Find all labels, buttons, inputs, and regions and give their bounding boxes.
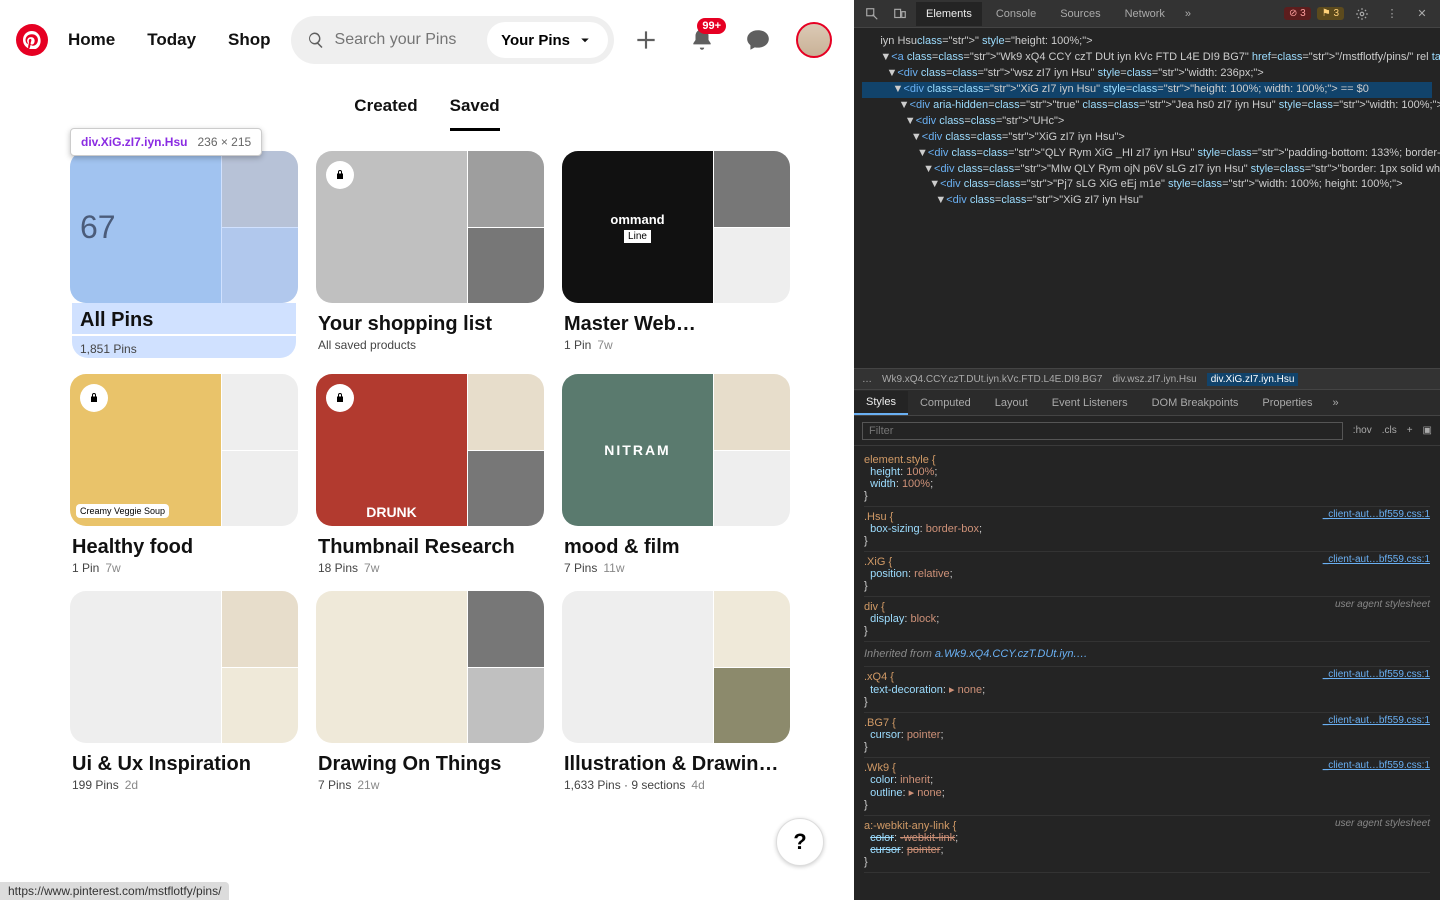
header: Home Today Shop Your Pins 99+ — [0, 0, 854, 80]
board-title: Thumbnail Research — [318, 536, 542, 559]
notifications-button[interactable]: 99+ — [678, 16, 726, 64]
board-title: All Pins — [72, 303, 296, 334]
plus-icon — [633, 27, 659, 53]
messages-button[interactable] — [734, 16, 782, 64]
search-bar[interactable]: Your Pins — [291, 16, 614, 64]
board-shopping-list[interactable]: Your shopping list All saved products — [316, 151, 544, 358]
board-mood-film[interactable]: NITRAM mood & film 7 Pins11w — [562, 374, 790, 575]
tab-console[interactable]: Console — [986, 2, 1046, 26]
chat-icon — [745, 27, 771, 53]
board-thumbnail-research[interactable]: DRUNK Thumbnail Research 18 Pins7w — [316, 374, 544, 575]
computed-panel-icon[interactable]: ▣ — [1423, 425, 1432, 436]
pinterest-logo[interactable] — [16, 24, 48, 56]
profile-tabs: Created Saved — [0, 88, 854, 131]
board-title: Healthy food — [72, 536, 296, 559]
toggle-hov[interactable]: :hov — [1353, 425, 1372, 436]
dom-tree[interactable]: iyn Hsuclass="str">" style="height: 100%… — [854, 28, 1440, 368]
subtab-properties[interactable]: Properties — [1250, 392, 1324, 414]
search-scope-label: Your Pins — [501, 32, 570, 49]
toggle-cls[interactable]: .cls — [1382, 425, 1397, 436]
board-master-web[interactable]: ommandLine Master Web… 1 Pin7w — [562, 151, 790, 358]
pinterest-app: Home Today Shop Your Pins 99+ Created Sa… — [0, 0, 854, 900]
subtab-dombreakpoints[interactable]: DOM Breakpoints — [1140, 392, 1251, 414]
more-subtabs-icon[interactable]: » — [1325, 397, 1347, 409]
styles-filter-row: :hov .cls + ▣ — [854, 416, 1440, 446]
all-pins-number: 67 — [80, 209, 116, 246]
tab-saved[interactable]: Saved — [450, 88, 500, 131]
dom-breadcrumb[interactable]: … Wk9.xQ4.CCY.czT.DUt.iyn.kVc.FTD.L4E.DI… — [854, 368, 1440, 390]
board-illustration[interactable]: Illustration & Drawing… 1,633 Pins · 9 s… — [562, 591, 790, 792]
search-icon — [307, 31, 325, 49]
devtools-tabbar: Elements Console Sources Network » ⊘ 3 ⚑… — [854, 0, 1440, 28]
board-title: Your shopping list — [318, 313, 542, 336]
lock-icon — [326, 161, 354, 189]
soup-caption: Creamy Veggie Soup — [76, 504, 169, 518]
tab-network[interactable]: Network — [1115, 2, 1175, 26]
boards-grid: 67 All Pins 1,851 Pins Your shopping lis… — [0, 131, 854, 832]
add-button[interactable] — [622, 16, 670, 64]
board-title: Illustration & Drawing… — [564, 753, 788, 776]
search-scope-pill[interactable]: Your Pins — [487, 22, 608, 58]
subtab-computed[interactable]: Computed — [908, 392, 983, 414]
board-drawing-on-things[interactable]: Drawing On Things 7 Pins21w — [316, 591, 544, 792]
subtab-styles[interactable]: Styles — [854, 391, 908, 415]
board-title: Ui & Ux Inspiration — [72, 753, 296, 776]
kebab-icon[interactable]: ⋮ — [1380, 2, 1404, 26]
board-title: Drawing On Things — [318, 753, 542, 776]
tab-created[interactable]: Created — [354, 88, 417, 131]
board-cover: 67 — [70, 151, 298, 303]
help-fab[interactable]: ? — [776, 818, 824, 866]
lock-icon — [326, 384, 354, 412]
devtools: Elements Console Sources Network » ⊘ 3 ⚑… — [854, 0, 1440, 900]
subtab-layout[interactable]: Layout — [983, 392, 1040, 414]
inspect-dimensions: 236 × 215 — [197, 135, 251, 149]
status-url: https://www.pinterest.com/mstflotfy/pins… — [0, 882, 229, 900]
error-count-badge[interactable]: ⊘ 3 — [1284, 7, 1311, 20]
profile-avatar[interactable] — [790, 16, 838, 64]
nav-home[interactable]: Home — [56, 16, 127, 64]
lock-icon — [80, 384, 108, 412]
inspect-selector: div.XiG.zI7.iyn.Hsu — [81, 135, 187, 149]
board-title: mood & film — [564, 536, 788, 559]
board-healthy-food[interactable]: Creamy Veggie Soup Healthy food 1 Pin7w — [70, 374, 298, 575]
more-tabs-icon[interactable]: » — [1179, 8, 1197, 20]
styles-filter-input[interactable] — [862, 422, 1343, 440]
board-meta: 1,851 Pins — [72, 336, 296, 358]
chevron-down-icon — [576, 31, 594, 49]
tab-sources[interactable]: Sources — [1050, 2, 1110, 26]
subtab-eventlisteners[interactable]: Event Listeners — [1040, 392, 1140, 414]
notif-badge: 99+ — [697, 18, 726, 34]
styles-subtabs: Styles Computed Layout Event Listeners D… — [854, 390, 1440, 416]
element-inspect-tooltip: div.XiG.zI7.iyn.Hsu 236 × 215 — [70, 128, 262, 156]
nav-shop[interactable]: Shop — [216, 16, 283, 64]
pinterest-icon — [23, 31, 41, 49]
new-style-rule-icon[interactable]: + — [1407, 425, 1413, 436]
tab-elements[interactable]: Elements — [916, 2, 982, 26]
nav-today[interactable]: Today — [135, 16, 208, 64]
board-all-pins[interactable]: 67 All Pins 1,851 Pins — [70, 151, 298, 358]
inspect-element-icon[interactable] — [860, 2, 884, 26]
warning-count-badge[interactable]: ⚑ 3 — [1317, 7, 1344, 20]
settings-icon[interactable] — [1350, 2, 1374, 26]
styles-rules[interactable]: element.style { height: 100%; width: 100… — [854, 446, 1440, 900]
board-ui-ux[interactable]: Ui & Ux Inspiration 199 Pins2d — [70, 591, 298, 792]
board-title: Master Web… — [564, 313, 788, 336]
close-icon[interactable]: ✕ — [1410, 2, 1434, 26]
device-toggle-icon[interactable] — [888, 2, 912, 26]
